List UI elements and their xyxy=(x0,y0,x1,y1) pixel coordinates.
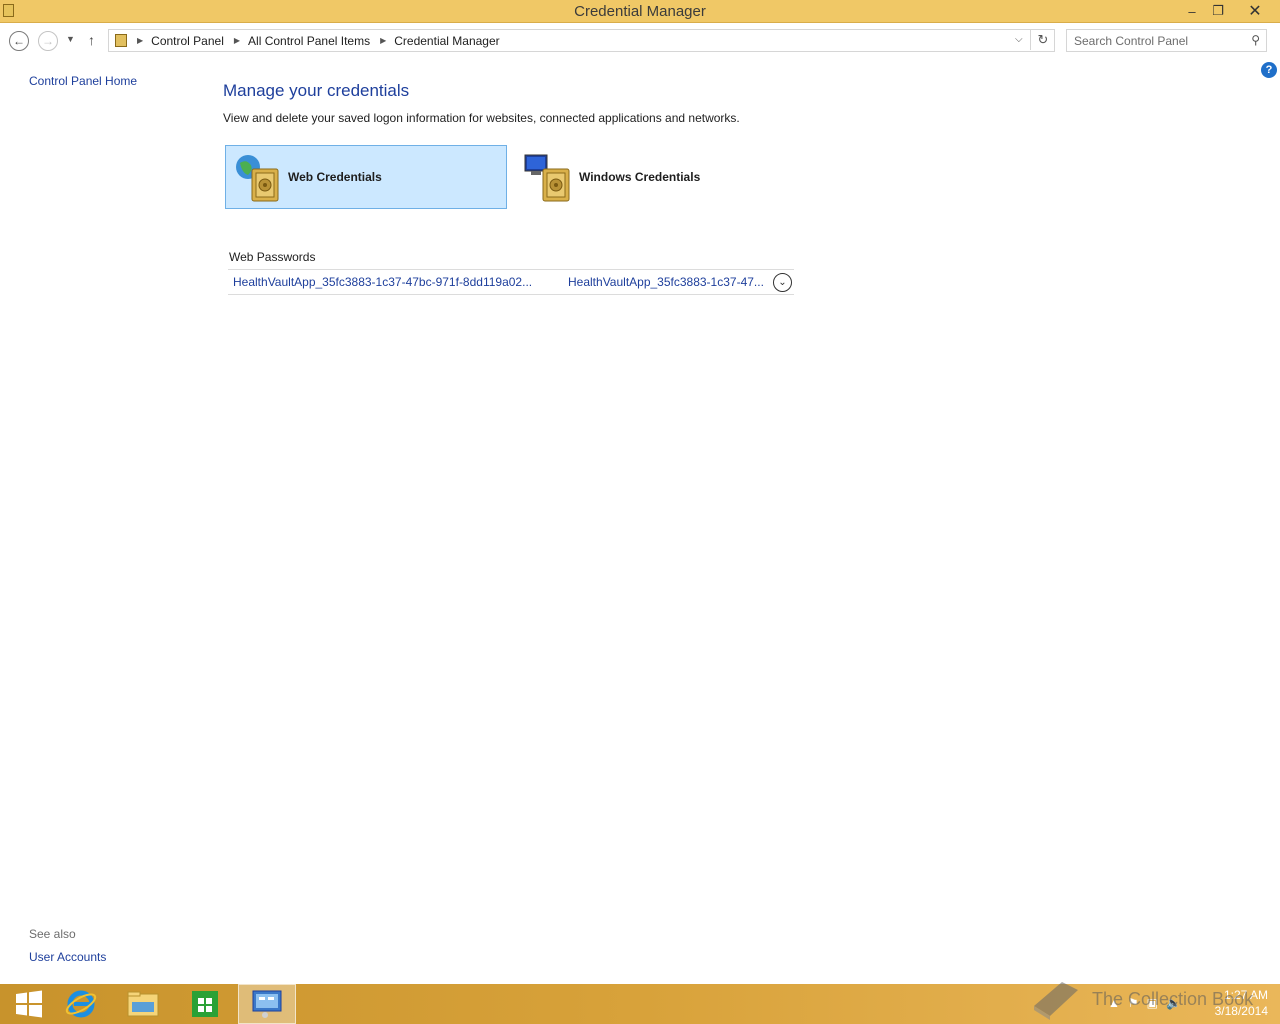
user-accounts-link[interactable]: User Accounts xyxy=(29,950,106,964)
page-title: Manage your credentials xyxy=(223,81,410,100)
breadcrumb-separator-icon[interactable]: ▶ xyxy=(380,36,386,45)
minimize-button[interactable]: ‒ xyxy=(1178,0,1206,22)
forward-arrow-icon: → xyxy=(42,34,54,48)
store-button[interactable] xyxy=(176,984,234,1024)
chevron-down-icon: ⌄ xyxy=(778,277,787,288)
search-icon[interactable]: ⚲ xyxy=(1251,33,1260,47)
credential-account[interactable]: HealthVaultApp_35fc3883-1c37-47... xyxy=(568,275,764,289)
expand-credential-button[interactable]: ⌄ xyxy=(773,273,792,292)
help-icon[interactable]: ? xyxy=(1261,62,1277,78)
back-button[interactable]: ← xyxy=(9,31,29,51)
web-passwords-section-title: Web Passwords xyxy=(229,250,316,264)
search-input[interactable] xyxy=(1074,31,1244,51)
up-arrow-icon: ↑ xyxy=(88,32,95,48)
navigation-bar: ← → ▼ ↑ ▶ Control Panel ▶ All Control Pa… xyxy=(0,24,1280,58)
windows-credentials-label: Windows Credentials xyxy=(579,170,701,184)
address-bar[interactable]: ▶ Control Panel ▶ All Control Panel Item… xyxy=(108,29,1055,52)
window-title: Credential Manager xyxy=(574,3,706,20)
web-credentials-label: Web Credentials xyxy=(288,170,382,184)
folder-icon xyxy=(127,991,159,1017)
see-also-label: See also xyxy=(29,927,76,941)
left-pane: Control Panel Home xyxy=(29,74,137,88)
file-explorer-button[interactable] xyxy=(114,984,172,1024)
close-button[interactable]: ✕ xyxy=(1240,0,1270,22)
breadcrumb-control-panel[interactable]: Control Panel xyxy=(151,34,224,48)
refresh-icon: ↻ xyxy=(1037,31,1049,47)
up-button[interactable]: ↑ xyxy=(88,32,95,48)
internet-explorer-button[interactable] xyxy=(52,984,110,1024)
back-arrow-icon: ← xyxy=(13,34,25,48)
store-icon xyxy=(192,991,218,1017)
windows-credentials-vault-icon xyxy=(523,151,575,203)
title-bar: Credential Manager ‒ ❐ ✕ xyxy=(0,0,1280,23)
control-panel-icon xyxy=(115,34,127,47)
search-box[interactable]: ⚲ xyxy=(1066,29,1267,52)
forward-button[interactable]: → xyxy=(38,31,58,51)
breadcrumb-separator-icon[interactable]: ▶ xyxy=(234,36,240,45)
book-icon xyxy=(1034,982,1078,1020)
chevron-down-icon: ▼ xyxy=(66,34,75,44)
address-dropdown-icon[interactable]: ⌵ xyxy=(1015,34,1023,45)
breadcrumb-separator-icon[interactable]: ▶ xyxy=(137,36,143,45)
breadcrumb-credential-manager[interactable]: Credential Manager xyxy=(394,34,499,48)
watermark-text: The Collection Book xyxy=(1092,988,1254,1009)
watermark: The Collection Book xyxy=(1030,976,1253,1022)
start-button[interactable] xyxy=(0,984,58,1024)
windows-credentials-tile[interactable]: Windows Credentials xyxy=(517,145,799,209)
breadcrumb-all-control-panel-items[interactable]: All Control Panel Items xyxy=(248,34,370,48)
web-credentials-tile[interactable]: Web Credentials xyxy=(225,145,507,209)
credential-name[interactable]: HealthVaultApp_35fc3883-1c37-47bc-971f-8… xyxy=(233,275,532,289)
recent-locations-button[interactable]: ▼ xyxy=(66,34,75,44)
web-credentials-vault-icon xyxy=(232,151,284,203)
restore-button[interactable]: ❐ xyxy=(1204,0,1232,22)
page-description: View and delete your saved logon informa… xyxy=(223,111,740,125)
windows-logo-icon xyxy=(16,990,42,1018)
control-panel-home-link[interactable]: Control Panel Home xyxy=(29,74,137,88)
refresh-button[interactable]: ↻ xyxy=(1030,29,1055,50)
control-panel-taskbar-button[interactable] xyxy=(238,984,296,1024)
credential-row[interactable]: HealthVaultApp_35fc3883-1c37-47bc-971f-8… xyxy=(228,270,794,295)
control-panel-icon xyxy=(252,990,282,1018)
internet-explorer-icon xyxy=(65,990,97,1018)
